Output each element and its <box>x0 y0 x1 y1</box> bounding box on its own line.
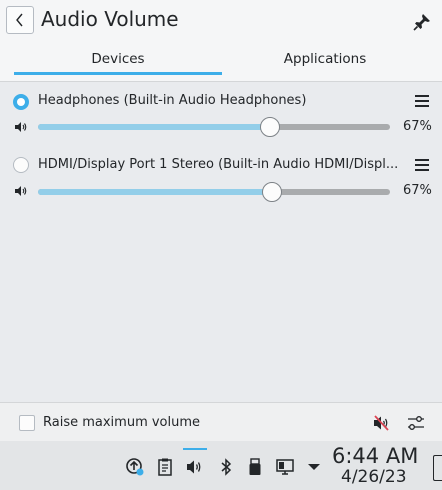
speaker-icon[interactable] <box>14 184 28 198</box>
raise-max-volume-checkbox[interactable] <box>19 415 35 431</box>
volume-percent: 67% <box>403 119 432 134</box>
popup-footer: Raise maximum volume <box>0 403 442 441</box>
active-tray-indicator <box>183 448 207 450</box>
default-device-radio[interactable] <box>13 157 29 173</box>
slider-fill <box>38 189 272 195</box>
clipboard-icon[interactable] <box>155 457 175 477</box>
popup-title: Audio Volume <box>41 7 179 31</box>
chevron-left-icon <box>16 13 23 27</box>
expand-arrow-icon[interactable] <box>304 457 324 477</box>
updates-icon[interactable] <box>125 457 145 477</box>
show-desktop-button[interactable] <box>433 455 442 481</box>
default-device-radio[interactable] <box>13 94 29 110</box>
tab-applications[interactable]: Applications <box>222 44 428 76</box>
audio-volume-popup: Audio Volume Devices Applications Headph… <box>0 0 442 441</box>
system-tray: 6:44 AM 4/26/23 <box>0 441 442 490</box>
usb-drive-icon[interactable] <box>245 457 265 477</box>
pin-icon[interactable] <box>412 12 432 32</box>
volume-icon[interactable] <box>185 457 205 477</box>
settings-sliders-icon[interactable] <box>406 413 426 433</box>
clock-time[interactable]: 6:44 AM <box>332 444 418 468</box>
speaker-muted-icon[interactable] <box>371 413 391 433</box>
popup-header: Audio Volume Devices Applications <box>0 0 442 82</box>
slider-handle[interactable] <box>262 182 282 202</box>
slider-fill <box>38 124 270 130</box>
device-list: Headphones (Built-in Audio Headphones) 6… <box>0 82 442 402</box>
device-menu-icon[interactable] <box>415 159 429 171</box>
raise-max-volume-label[interactable]: Raise maximum volume <box>43 415 200 430</box>
active-tab-indicator <box>14 72 222 75</box>
volume-percent: 67% <box>403 183 432 198</box>
back-button[interactable] <box>6 6 34 34</box>
clock-date[interactable]: 4/26/23 <box>341 467 407 487</box>
device-name: HDMI/Display Port 1 Stereo (Built-in Aud… <box>38 157 399 172</box>
speaker-icon[interactable] <box>14 120 28 134</box>
slider-handle[interactable] <box>260 117 280 137</box>
display-icon[interactable] <box>275 457 295 477</box>
device-menu-icon[interactable] <box>415 95 429 107</box>
bluetooth-icon[interactable] <box>216 457 236 477</box>
device-name: Headphones (Built-in Audio Headphones) <box>38 93 307 108</box>
